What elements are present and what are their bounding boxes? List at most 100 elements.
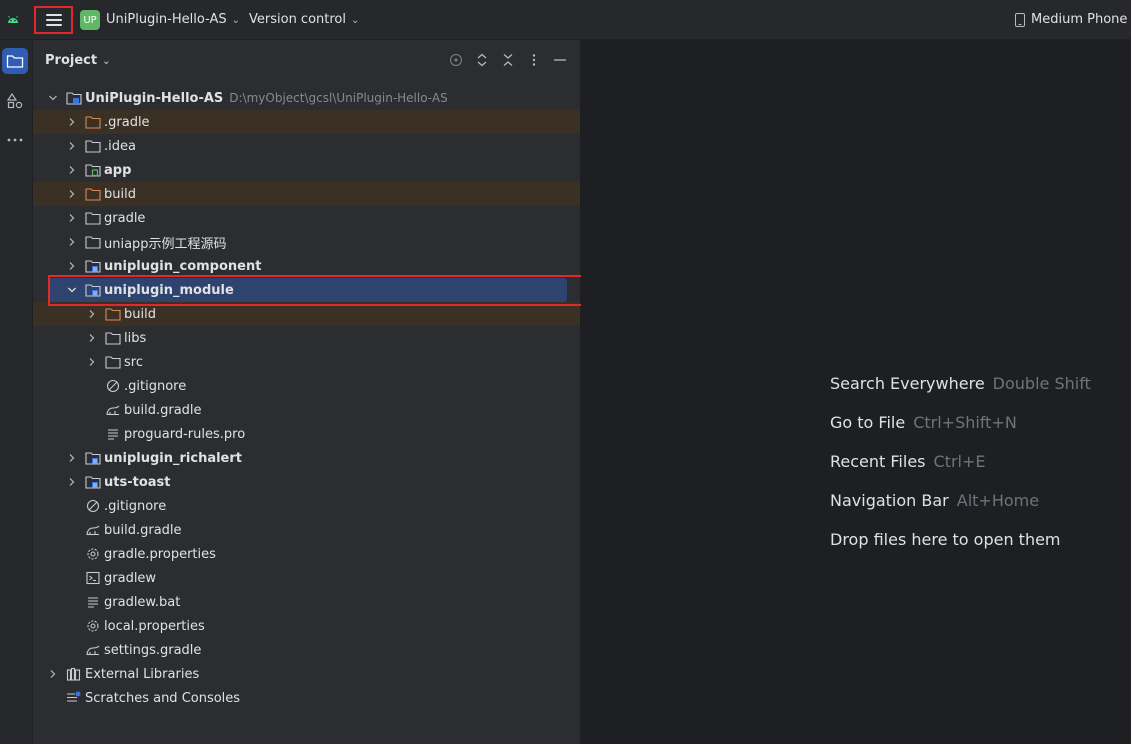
tree-item-label: External Libraries [85,666,200,682]
chevron-down-icon [66,284,78,296]
project-selector[interactable]: UniPlugin-Hello-AS ⌄ [106,12,240,27]
tree-item-label: .gitignore [124,378,187,394]
excluded-folder-icon [85,114,101,130]
tree-item-label: gradlew.bat [104,594,181,610]
hint-navigation-bar: Navigation Bar Alt+Home [830,491,1039,510]
text-file-icon [105,426,121,442]
chevron-right-icon [66,116,78,128]
hint-shortcut: Alt+Home [956,491,1040,510]
project-name: UniPlugin-Hello-AS [106,12,227,27]
chevron-right-icon [86,308,98,320]
title-bar: UP UniPlugin-Hello-AS ⌄ Version control ⌄ … [0,0,1131,40]
tree-item-label: build [104,186,136,202]
tree-item[interactable]: src [33,350,580,374]
excluded-folder-icon [85,186,101,202]
tree-item[interactable]: build [33,302,580,326]
chevron-right-icon [66,236,78,248]
tree-item[interactable]: libs [33,326,580,350]
chevron-right-icon [66,188,78,200]
device-selector[interactable]: Medium Phone A [1014,12,1131,27]
tree-item[interactable]: settings.gradle [33,638,580,662]
tree-item[interactable]: .gradle [33,110,580,134]
tree-item-label: src [124,354,143,370]
tool-window-strip [0,40,33,744]
chevron-down-icon: ⌄ [102,56,111,67]
chevron-right-icon [66,260,78,272]
tree-item[interactable]: Scratches and Consoles [33,686,580,710]
tree-item[interactable]: build.gradle [33,518,580,542]
hint-drop-files: Drop files here to open them [830,530,1061,549]
tree-item-label: gradlew [104,570,157,586]
library-module-icon [85,258,101,274]
tree-item[interactable]: uniplugin_component [33,254,580,278]
tree-item-label: build [124,306,156,322]
settings-gear-icon [85,618,101,634]
tree-item-label: build.gradle [124,402,202,418]
project-view-selector[interactable]: Project ⌄ [45,53,110,68]
tree-item[interactable]: gradle.properties [33,542,580,566]
tree-item[interactable]: gradlew.bat [33,590,580,614]
hint-action: Drop files here to open them [830,530,1061,549]
tree-item[interactable]: uniplugin_richalert [33,446,580,470]
module-folder-icon [66,90,82,106]
chevron-right-icon [47,668,59,680]
tree-item-label: gradle.properties [104,546,216,562]
chevron-right-icon [66,140,78,152]
chevron-down-icon: ⌄ [351,15,360,26]
scratches-icon [66,690,82,706]
project-panel: Project ⌄ UniPlugin-Hello-AS D:\myObject\… [33,40,581,744]
tree-item[interactable]: gradlew [33,566,580,590]
library-module-icon [85,474,101,490]
hide-icon[interactable] [552,52,568,68]
hint-search-everywhere: Search Everywhere Double Shift [830,374,1091,393]
tree-item[interactable]: uniapp示例工程源码 [33,230,580,254]
tree-item[interactable]: app [33,158,580,182]
chevron-right-icon [66,452,78,464]
main-menu-button[interactable] [34,6,73,34]
panel-title: Project [45,53,98,68]
hint-shortcut: Double Shift [992,374,1091,393]
tree-root-path: D:\myObject\gcsl\UniPlugin-Hello-AS [229,91,448,105]
excluded-folder-icon [105,306,121,322]
more-tools-button[interactable] [2,127,28,153]
tree-item[interactable]: proguard-rules.pro [33,422,580,446]
tree-item-label: build.gradle [104,522,182,538]
chevron-right-icon [66,212,78,224]
tree-item[interactable]: build [33,182,580,206]
terminal-script-icon [85,570,101,586]
tree-item[interactable]: gradle [33,206,580,230]
tree-item-label: .gitignore [104,498,167,514]
tree-item-label: settings.gradle [104,642,202,658]
chevron-right-icon [66,476,78,488]
tree-item-label: libs [124,330,147,346]
vcs-label: Version control [249,12,346,27]
tree-item[interactable]: .gitignore [33,374,580,398]
folder-icon [85,234,101,250]
tree-item-selected[interactable]: uniplugin_module [33,278,580,302]
project-badge: UP [80,10,100,30]
tree-item[interactable]: local.properties [33,614,580,638]
locate-icon[interactable] [448,52,464,68]
tree-item-label: proguard-rules.pro [124,426,246,442]
tree-item[interactable]: .idea [33,134,580,158]
library-module-icon [85,282,101,298]
options-icon[interactable] [526,52,542,68]
collapse-all-icon[interactable] [500,52,516,68]
folder-icon [105,354,121,370]
hint-action: Search Everywhere [830,374,985,393]
android-icon [8,15,18,23]
tree-item[interactable]: External Libraries [33,662,580,686]
shapes-icon [7,93,23,109]
expand-all-icon[interactable] [474,52,490,68]
gradle-file-icon [85,522,101,538]
panel-toolbar [448,52,568,68]
tree-root-label: UniPlugin-Hello-AS [85,90,224,106]
hint-recent-files: Recent Files Ctrl+E [830,452,985,471]
tree-item[interactable]: uts-toast [33,470,580,494]
tree-item[interactable]: .gitignore [33,494,580,518]
version-control-menu[interactable]: Version control ⌄ [249,12,359,27]
resource-manager-button[interactable] [2,88,28,114]
project-tool-button[interactable] [2,48,28,74]
tree-item[interactable]: build.gradle [33,398,580,422]
tree-root[interactable]: UniPlugin-Hello-AS D:\myObject\gcsl\UniP… [33,86,580,110]
